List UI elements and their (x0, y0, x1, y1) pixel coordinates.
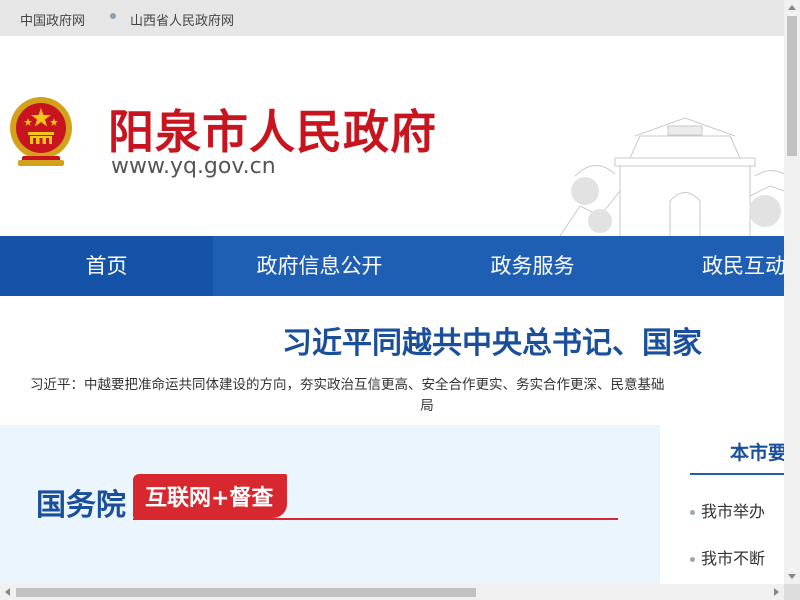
feature-title[interactable]: 国务院 (36, 480, 126, 524)
link-shanxi-gov[interactable]: 山西省人民政府网 (130, 10, 234, 29)
news-item-label: 我市不断 (701, 549, 766, 568)
site-header: 阳泉市人民政府 www.yq.gov.cn (0, 36, 784, 236)
feature-underline (133, 518, 618, 520)
headline-block: 习近平同越共中央总书记、国家 (0, 318, 784, 368)
site-title[interactable]: 阳泉市人民政府 (108, 96, 437, 162)
headline-title[interactable]: 习近平同越共中央总书记、国家 (282, 318, 702, 362)
bullet-icon (690, 510, 695, 515)
nav-item-gov-info[interactable]: 政府信息公开 (213, 236, 426, 296)
nav-item-interaction[interactable]: 政民互动 (702, 236, 784, 296)
news-item[interactable]: 我市不断 (690, 545, 765, 569)
scroll-up-icon[interactable] (788, 5, 796, 10)
news-section-title[interactable]: 本市要 (730, 438, 784, 465)
horizontal-scrollbar[interactable] (0, 584, 784, 600)
bullet-icon (690, 557, 695, 562)
vertical-scroll-thumb[interactable] (787, 16, 797, 156)
horizontal-scroll-thumb[interactable] (16, 588, 476, 597)
site-url: www.yq.gov.cn (111, 154, 276, 179)
link-china-gov[interactable]: 中国政府网 (20, 10, 85, 29)
scroll-down-icon[interactable] (788, 574, 796, 579)
page-viewport: 中国政府网 山西省人民政府网 阳泉市人民政府 www.yq.gov.cn 首页 … (0, 0, 784, 584)
scroll-left-icon[interactable] (5, 588, 10, 596)
national-emblem-icon[interactable] (8, 94, 74, 170)
top-bar: 中国政府网 山西省人民政府网 (0, 0, 784, 36)
news-item[interactable]: 我市举办 (690, 498, 765, 522)
summary-line-2: 局 (420, 398, 434, 414)
vertical-scrollbar[interactable] (784, 0, 800, 584)
nav-item-services[interactable]: 政务服务 (426, 236, 639, 296)
feature-badge[interactable]: 互联网+督查 (133, 474, 287, 518)
city-gate-illustration (560, 117, 784, 236)
news-section-underline (690, 473, 784, 475)
main-nav: 首页 政府信息公开 政务服务 政民互动 (0, 236, 784, 296)
news-item-label: 我市举办 (701, 502, 766, 521)
nav-item-home[interactable]: 首页 (0, 236, 213, 296)
summary-line-1: 习近平：中越要把准命运共同体建设的方向，夯实政治互信更高、安全合作更实、务实合作… (30, 377, 665, 393)
separator-dot (110, 13, 116, 19)
scrollbar-corner (784, 584, 800, 600)
scroll-right-icon[interactable] (774, 588, 779, 596)
headline-summary: 习近平：中越要把准命运共同体建设的方向，夯实政治互信更高、安全合作更实、务实合作… (30, 375, 784, 417)
feature-badge-label: 互联网+督查 (145, 486, 274, 511)
